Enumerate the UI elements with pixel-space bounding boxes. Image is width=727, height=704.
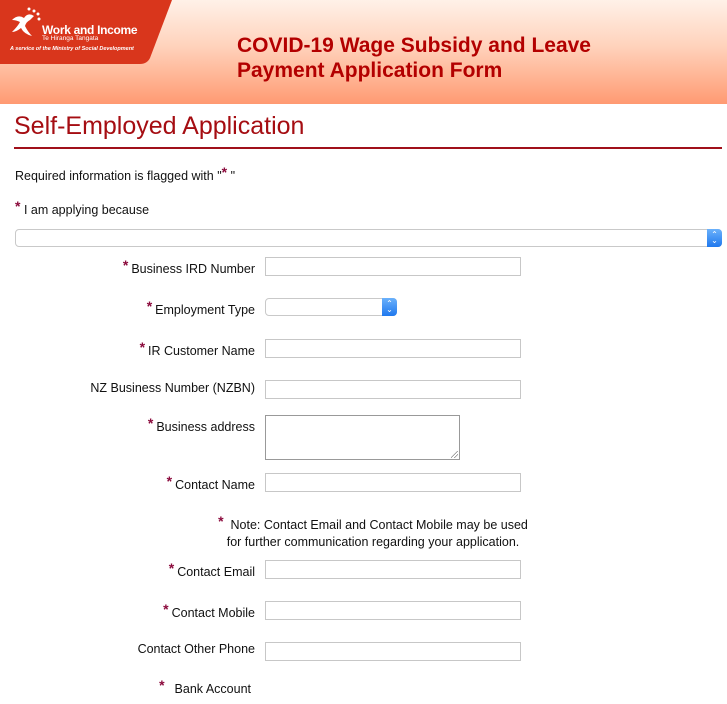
label-text: Contact Mobile	[171, 606, 255, 620]
business-address-label: * Business address	[147, 415, 255, 434]
required-star-icon: *	[218, 513, 224, 529]
contact-note-line2: for further communication regarding your…	[226, 535, 520, 549]
label-text: Business IRD Number	[131, 262, 255, 276]
required-note-suffix: "	[227, 169, 236, 183]
app-title-line2: Payment Application Form	[237, 59, 503, 82]
ir-customer-name-label: * IR Customer Name	[139, 339, 255, 358]
label-text: Employment Type	[155, 303, 255, 317]
contact-name-label: * Contact Name	[166, 473, 255, 492]
business-address-textarea[interactable]	[265, 415, 460, 460]
select-stepper-icon[interactable]: ⌃ ⌄	[382, 298, 397, 316]
contact-name-input[interactable]	[265, 473, 521, 492]
required-star-icon: *	[168, 560, 175, 576]
title-divider	[14, 147, 722, 149]
label-text: Contact Email	[177, 565, 255, 579]
business-ird-label: * Business IRD Number	[122, 257, 255, 276]
contact-other-phone-input[interactable]	[265, 642, 521, 661]
nzbn-label: NZ Business Number (NZBN)	[90, 381, 255, 395]
required-star-icon: *	[221, 164, 228, 180]
label-text: IR Customer Name	[148, 344, 255, 358]
required-note-prefix: Required information is flagged with "	[15, 169, 222, 183]
required-star-icon: *	[166, 473, 173, 489]
required-note: Required information is flagged with "* …	[15, 164, 236, 183]
select-stepper-icon[interactable]: ⌃ ⌄	[707, 229, 722, 247]
required-star-icon: *	[146, 298, 153, 314]
employment-type-label: * Employment Type	[146, 298, 255, 317]
contact-mobile-label: * Contact Mobile	[163, 601, 255, 620]
required-star-icon: *	[15, 198, 21, 214]
contact-mobile-input[interactable]	[265, 601, 521, 620]
app-title-line1: COVID-19 Wage Subsidy and Leave	[237, 34, 591, 57]
business-ird-input[interactable]	[265, 257, 521, 276]
required-star-icon: *	[122, 257, 129, 273]
contact-email-input[interactable]	[265, 560, 521, 579]
work-and-income-logo[interactable]: Work and Income Te Hiranga Tangata A ser…	[0, 0, 172, 64]
employment-type-select[interactable]: ⌃ ⌄	[265, 298, 397, 316]
applying-because-label: * I am applying because	[15, 198, 150, 217]
app-title: COVID-19 Wage Subsidy and Leave Payment …	[237, 33, 697, 83]
page-header: Work and Income Te Hiranga Tangata A ser…	[0, 0, 727, 104]
applying-because-select[interactable]: ⌃ ⌄	[15, 229, 722, 247]
bank-account-label: * Bank Account	[159, 677, 251, 696]
brand-subtitle: Te Hiranga Tangata	[42, 35, 99, 42]
label-text: Bank Account	[174, 682, 251, 696]
contact-note: * Note: Contact Email and Contact Mobile…	[208, 513, 538, 551]
required-star-icon: *	[163, 601, 169, 617]
contact-note-line1: Note: Contact Email and Contact Mobile m…	[230, 518, 528, 532]
ir-customer-name-input[interactable]	[265, 339, 521, 358]
applying-because-text: I am applying because	[23, 203, 150, 217]
brand-tagline: A service of the Ministry of Social Deve…	[10, 46, 134, 52]
label-text: Contact Name	[175, 478, 255, 492]
resize-handle-icon[interactable]	[451, 451, 458, 458]
koru-figure-icon	[12, 7, 41, 36]
contact-email-label: * Contact Email	[168, 560, 255, 579]
nzbn-input[interactable]	[265, 380, 521, 399]
required-star-icon: *	[147, 415, 154, 431]
contact-other-phone-label: Contact Other Phone	[137, 642, 255, 656]
label-text: Business address	[156, 420, 255, 434]
page-title: Self-Employed Application	[14, 112, 305, 140]
required-star-icon: *	[159, 677, 165, 693]
required-star-icon: *	[139, 339, 146, 355]
